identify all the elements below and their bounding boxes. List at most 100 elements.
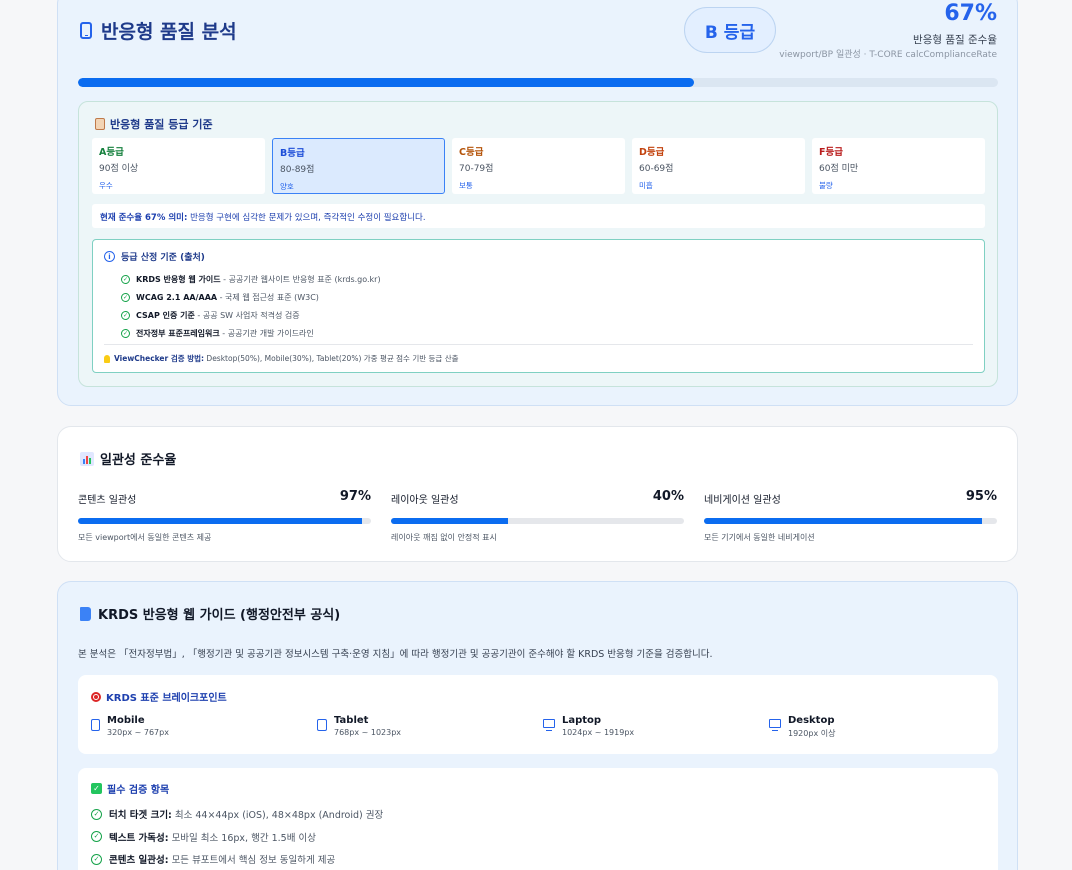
metric-description: 모든 viewport에서 동일한 콘텐츠 제공 <box>78 533 212 542</box>
required-check-item: ✓ 콘텐츠 일관성: 모든 뷰포트에서 핵심 정보 동일하게 제공 <box>91 848 383 870</box>
grade-label: 미흡 <box>639 181 653 190</box>
required-check-desc: 모바일 최소 16px, 행간 1.5배 이상 <box>168 832 316 844</box>
check-circle-icon: ✓ <box>121 328 130 338</box>
metric-description: 모든 기기에서 동일한 네비게이션 <box>704 533 815 542</box>
grade-range: 80-89점 <box>280 165 315 175</box>
criteria-item-name: 전자정부 표준프레임워크 <box>136 328 220 338</box>
check-circle-icon: ✓ <box>91 831 102 843</box>
grade-card: D등급 60-69점 미흡 <box>632 138 805 194</box>
criteria-item: ✓ KRDS 반응형 웹 가이드 - 공공기관 웹사이트 반응형 표준 (krds… <box>121 270 381 288</box>
lightbulb-icon <box>104 354 110 363</box>
tablet-icon <box>317 719 327 731</box>
grade-label: 보통 <box>459 181 473 190</box>
metric-progress-fill <box>391 518 509 524</box>
criteria-item: ✓ 전자정부 표준프레임워크 - 공공기관 개발 가이드라인 <box>121 324 381 342</box>
required-check-name: 터치 타겟 크기: <box>109 810 172 822</box>
method-note-label: ViewChecker 검증 방법: <box>114 354 205 363</box>
criteria-list: ✓ KRDS 반응형 웹 가이드 - 공공기관 웹사이트 반응형 표준 (krds… <box>121 270 381 342</box>
metric-label: 콘텐츠 일관성 <box>78 495 137 506</box>
info-icon: i <box>104 251 115 262</box>
grade-name: C등급 <box>459 147 484 158</box>
grade-range: 60점 미만 <box>819 164 859 174</box>
metric-label: 레이아웃 일관성 <box>391 495 459 506</box>
grade-criteria-title: 반응형 품질 등급 기준 <box>95 116 213 132</box>
metric-progress-bar <box>704 518 997 524</box>
criteria-item-desc: - 국제 웹 접근성 표준 (W3C) <box>217 292 319 302</box>
meaning-text: 반응형 구현에 심각한 문제가 있으며, 즉각적인 수정이 필요합니다. <box>187 213 426 223</box>
compliance-source: viewport/BP 일관성 · T-CORE calcComplianceR… <box>779 50 997 60</box>
grade-label: 우수 <box>99 181 113 190</box>
criteria-item: ✓ WCAG 2.1 AA/AAA - 국제 웹 접근성 표준 (W3C) <box>121 288 381 306</box>
breakpoint-name: Laptop <box>562 715 602 726</box>
compliance-progress-bar <box>78 78 998 87</box>
metric-percent: 40% <box>652 489 684 504</box>
grade-criteria-panel: 반응형 품질 등급 기준 A등급 90점 이상 우수 B등급 80-89점양호 C등급 70… <box>78 101 998 387</box>
compliance-progress-fill <box>78 78 695 87</box>
checkbox-icon: ✓ <box>91 783 102 794</box>
grade-card: A등급 90점 이상 우수 <box>92 138 265 194</box>
mobile-icon <box>91 719 100 731</box>
breakpoint-title: KRDS 표준 브레이크포인트 <box>91 689 227 704</box>
current-meaning: 현재 준수율 67% 의미: 반응형 구현에 심각한 문제가 있으며, 즉각적인… <box>92 204 985 228</box>
method-note-text: Desktop(50%), Mobile(30%), Tablet(20%) 가… <box>204 354 459 363</box>
breakpoint-range: 768px ~ 1023px <box>334 728 402 737</box>
breakpoint-laptop: Laptop 1024px ~ 1919px <box>543 715 634 737</box>
check-circle-icon: ✓ <box>121 310 130 320</box>
breakpoint-range: 320px ~ 767px <box>107 728 169 737</box>
required-check-name: 텍스트 가독성: <box>109 832 169 844</box>
krds-guide-card: KRDS 반응형 웹 가이드 (행정안전부 공식) 본 분석은 「전자정부법」,… <box>57 581 1018 870</box>
compliance-label: 반응형 품질 준수율 <box>913 34 997 46</box>
clipboard-icon <box>95 118 105 130</box>
metric-progress-fill <box>78 518 363 524</box>
grade-label: 양호 <box>280 182 294 191</box>
consistency-metric: 네비게이션 일관성 95% 모든 기기에서 동일한 네비게이션 <box>704 489 997 543</box>
grade-badge: B 등급 <box>684 7 776 53</box>
grade-card: C등급 70-79점보통 <box>452 138 625 194</box>
check-circle-icon: ✓ <box>91 808 102 820</box>
breakpoint-tablet: Tablet 768px ~ 1023px <box>317 715 401 737</box>
grade-name: F등급 <box>819 147 843 158</box>
divider <box>104 344 973 345</box>
required-check-item: ✓ 터치 타겟 크기: 최소 44×44px (iOS), 48×48px (An… <box>91 803 383 826</box>
bar-chart-icon <box>80 451 94 466</box>
quality-card: 반응형 품질 분석 B 등급 67% 반응형 품질 준수율 viewport/B… <box>57 0 1018 406</box>
criteria-source-box: i 등급 산정 기준 (출처) ✓ KRDS 반응형 웹 가이드 - 공공기관 웹… <box>92 239 985 373</box>
required-check-desc: 모든 뷰포트에서 핵심 정보 동일하게 제공 <box>168 855 336 867</box>
criteria-item-name: WCAG 2.1 AA/AAA <box>136 292 218 302</box>
breakpoint-name: Mobile <box>107 715 145 726</box>
consistency-title: 일관성 준수율 <box>80 449 176 468</box>
laptop-icon <box>543 719 555 731</box>
book-icon <box>80 606 91 621</box>
grade-range: 70-79점 <box>459 164 494 174</box>
breakpoint-range: 1920px 이상 <box>788 729 836 738</box>
metric-progress-bar <box>391 518 684 524</box>
mobile-icon <box>80 22 92 39</box>
check-circle-icon: ✓ <box>121 292 130 302</box>
required-checks-panel: ✓ 필수 검증 항목 ✓ 터치 타겟 크기: 최소 44×44px (iOS), … <box>78 768 998 870</box>
krds-title-text: KRDS 반응형 웹 가이드 (행정안전부 공식) <box>98 608 341 623</box>
metric-description: 레이아웃 깨짐 없이 안정적 표시 <box>391 533 497 542</box>
grade-name: A등급 <box>99 147 124 158</box>
criteria-item: ✓ CSAP 인증 기준 - 공공 SW 사업자 적격성 검증 <box>121 306 381 324</box>
criteria-heading-text: 등급 산정 기준 (출처) <box>121 253 205 263</box>
criteria-item-name: CSAP 인증 기준 <box>136 310 195 320</box>
meaning-label: 현재 준수율 67% 의미: <box>100 213 188 223</box>
compliance-percent: 67% <box>944 1 997 26</box>
criteria-item-desc: - 공공기관 웹사이트 반응형 표준 (krds.go.kr) <box>220 274 381 284</box>
breakpoint-desktop: Desktop 1920px 이상 <box>769 715 835 739</box>
desktop-icon <box>769 719 781 731</box>
quality-title: 반응형 품질 분석 <box>80 17 237 44</box>
required-checks-title-text: 필수 검증 항목 <box>107 785 170 796</box>
grade-row: A등급 90점 이상 우수 B등급 80-89점양호 C등급 70-79점보통 D등급 60-6… <box>92 138 985 194</box>
grade-name: D등급 <box>639 147 665 158</box>
metric-percent: 95% <box>965 489 997 504</box>
grade-card: B등급 80-89점양호 <box>272 138 445 194</box>
metric-percent: 97% <box>339 489 371 504</box>
grade-name: B등급 <box>280 148 305 159</box>
consistency-metric: 콘텐츠 일관성 97% 모든 viewport에서 동일한 콘텐츠 제공 <box>78 489 371 543</box>
consistency-card: 일관성 준수율 콘텐츠 일관성 97% 모든 viewport에서 동일한 콘텐츠 … <box>57 426 1018 562</box>
target-icon <box>91 691 101 702</box>
required-check-desc: 최소 44×44px (iOS), 48×48px (Android) 권장 <box>171 810 384 822</box>
criteria-heading: i 등급 산정 기준 (출처) <box>104 250 205 263</box>
breakpoint-panel: KRDS 표준 브레이크포인트 Mobile 320px ~ 767px Table… <box>78 675 998 754</box>
